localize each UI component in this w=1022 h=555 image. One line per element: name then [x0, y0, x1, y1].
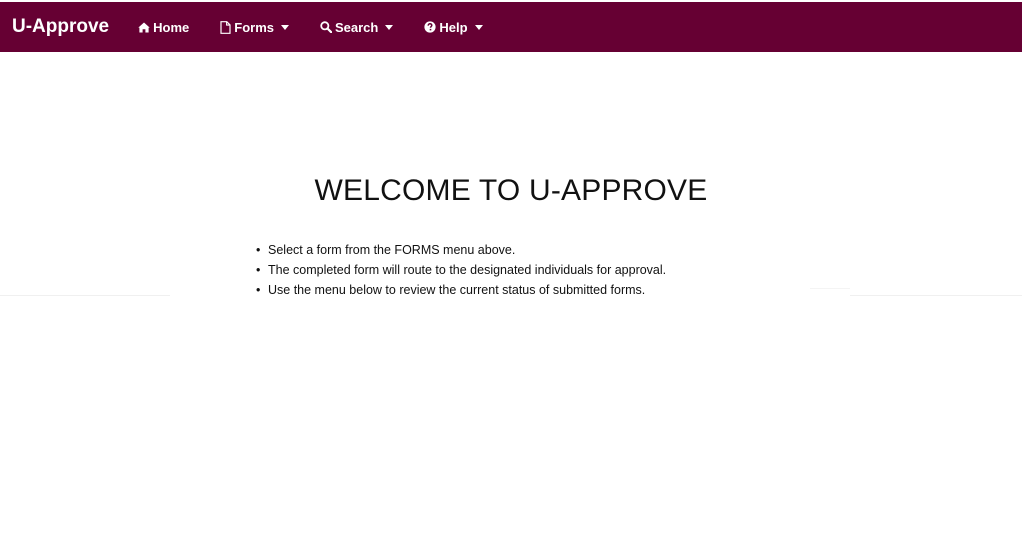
list-item: • Use the menu below to review the curren…	[256, 283, 646, 297]
search-icon	[320, 21, 332, 33]
instruction-text: Select a form from the FORMS menu above.	[268, 243, 516, 257]
document-icon	[220, 20, 231, 34]
nav-home-label: Home	[153, 19, 190, 35]
chevron-down-icon	[280, 25, 289, 30]
nav-help-label: Help	[439, 19, 468, 35]
nav-forms-label: Forms	[234, 19, 274, 35]
divider	[810, 288, 850, 289]
chevron-down-icon	[385, 25, 394, 30]
nav-forms[interactable]: Forms	[205, 2, 305, 52]
question-circle-icon	[424, 21, 436, 33]
instructions-list: • Select a form from the FORMS menu above…	[256, 240, 666, 300]
chevron-down-icon	[474, 25, 483, 30]
nav-home[interactable]: Home	[123, 2, 205, 52]
nav-search[interactable]: Search	[305, 2, 409, 52]
instruction-text: Use the menu below to review the current…	[268, 283, 646, 297]
navbar: U-Approve Home Forms Search Help	[0, 2, 1022, 52]
nav-search-label: Search	[334, 19, 379, 35]
list-item: • The completed form will route to the de…	[256, 263, 667, 277]
page-title: WELCOME TO U-APPROVE	[314, 174, 708, 207]
nav-help[interactable]: Help	[409, 2, 498, 52]
divider	[0, 295, 170, 296]
home-icon	[138, 22, 150, 33]
instruction-text: The completed form will route to the des…	[268, 263, 667, 277]
divider	[850, 295, 1022, 296]
list-item: • Select a form from the FORMS menu above…	[256, 243, 516, 257]
brand-link[interactable]: U-Approve	[12, 16, 109, 38]
